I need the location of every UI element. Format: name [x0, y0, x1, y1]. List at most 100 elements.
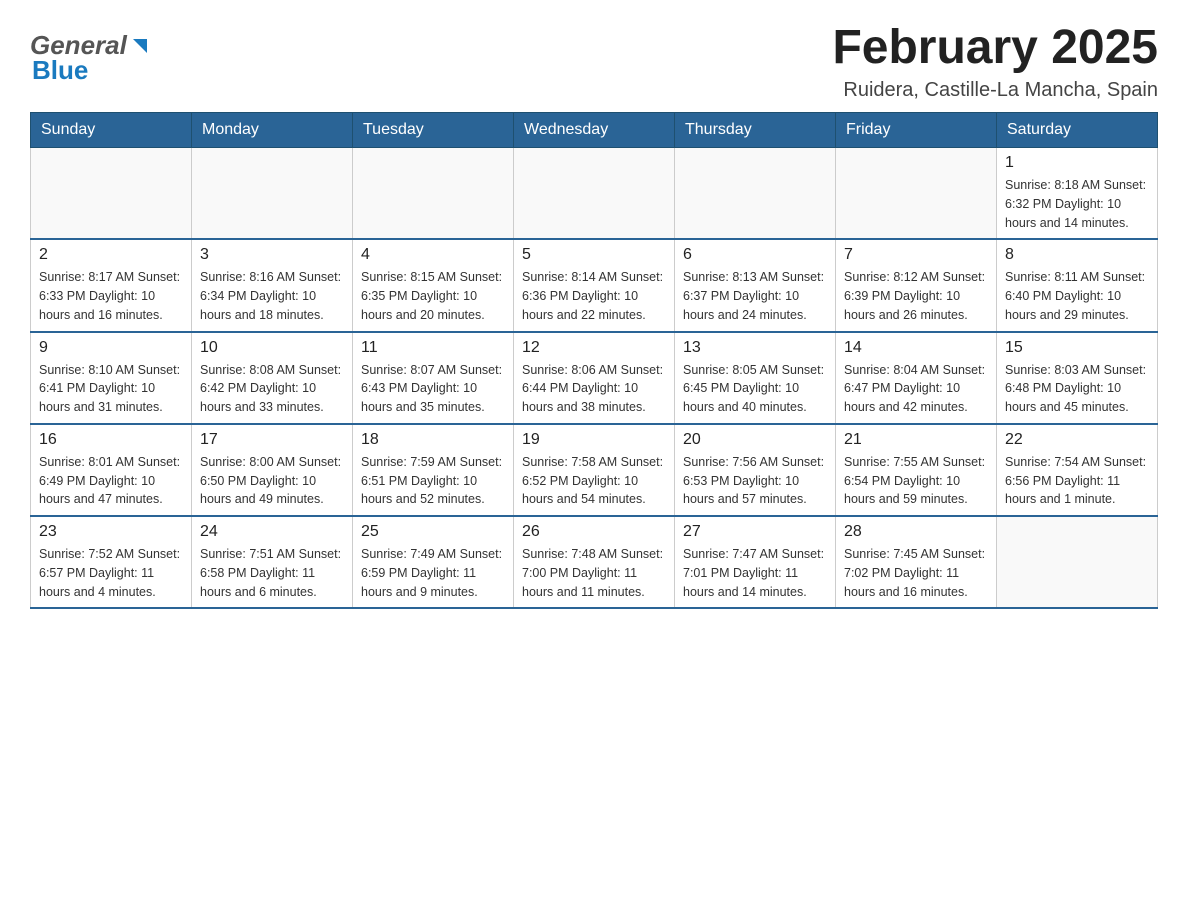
day-info: Sunrise: 8:17 AM Sunset: 6:33 PM Dayligh… [39, 268, 183, 324]
calendar-cell: 27Sunrise: 7:47 AM Sunset: 7:01 PM Dayli… [675, 516, 836, 608]
day-number: 19 [522, 431, 666, 449]
day-info: Sunrise: 8:13 AM Sunset: 6:37 PM Dayligh… [683, 268, 827, 324]
day-number: 23 [39, 523, 183, 541]
calendar-cell: 3Sunrise: 8:16 AM Sunset: 6:34 PM Daylig… [192, 239, 353, 331]
calendar-cell: 28 Sunrise: 7:45 AM Sunset: 7:02 PM Dayli… [836, 516, 997, 608]
calendar-cell: 15Sunrise: 8:03 AM Sunset: 6:48 PM Dayli… [997, 332, 1158, 424]
calendar-week-1: 1Sunrise: 8:18 AM Sunset: 6:32 PM Daylig… [31, 148, 1158, 240]
calendar-header: Sunday Monday Tuesday Wednesday Thursday… [31, 113, 1158, 148]
day-info: Sunrise: 7:56 AM Sunset: 6:53 PM Dayligh… [683, 453, 827, 509]
col-saturday: Saturday [997, 113, 1158, 148]
calendar-cell: 4Sunrise: 8:15 AM Sunset: 6:35 PM Daylig… [353, 239, 514, 331]
day-info: Sunrise: 8:16 AM Sunset: 6:34 PM Dayligh… [200, 268, 344, 324]
day-info: Sunrise: 7:52 AM Sunset: 6:57 PM Dayligh… [39, 545, 183, 601]
calendar-cell: 13 Sunrise: 8:05 AM Sunset: 6:45 PM Dayli… [675, 332, 836, 424]
day-info: Sunrise: 8:10 AM Sunset: 6:41 PM Dayligh… [39, 361, 183, 417]
calendar-cell: 6 Sunrise: 8:13 AM Sunset: 6:37 PM Daylig… [675, 239, 836, 331]
calendar-week-2: 2 Sunrise: 8:17 AM Sunset: 6:33 PM Daylig… [31, 239, 1158, 331]
day-info: Sunrise: 7:58 AM Sunset: 6:52 PM Dayligh… [522, 453, 666, 509]
day-number: 12 [522, 339, 666, 357]
calendar-week-4: 16 Sunrise: 8:01 AM Sunset: 6:49 PM Dayli… [31, 424, 1158, 516]
calendar-cell [997, 516, 1158, 608]
calendar-cell: 18Sunrise: 7:59 AM Sunset: 6:51 PM Dayli… [353, 424, 514, 516]
day-number: 11 [361, 339, 505, 357]
day-number: 5 [522, 246, 666, 264]
logo-blue-text: Blue [32, 55, 88, 86]
days-of-week-row: Sunday Monday Tuesday Wednesday Thursday… [31, 113, 1158, 148]
day-info: Sunrise: 7:59 AM Sunset: 6:51 PM Dayligh… [361, 453, 505, 509]
calendar-cell: 1Sunrise: 8:18 AM Sunset: 6:32 PM Daylig… [997, 148, 1158, 240]
calendar-cell: 9 Sunrise: 8:10 AM Sunset: 6:41 PM Daylig… [31, 332, 192, 424]
day-number: 8 [1005, 246, 1149, 264]
calendar-cell: 25 Sunrise: 7:49 AM Sunset: 6:59 PM Dayli… [353, 516, 514, 608]
calendar-cell: 12Sunrise: 8:06 AM Sunset: 6:44 PM Dayli… [514, 332, 675, 424]
day-info: Sunrise: 7:55 AM Sunset: 6:54 PM Dayligh… [844, 453, 988, 509]
calendar-cell: 10 Sunrise: 8:08 AM Sunset: 6:42 PM Dayli… [192, 332, 353, 424]
col-thursday: Thursday [675, 113, 836, 148]
col-monday: Monday [192, 113, 353, 148]
day-info: Sunrise: 7:49 AM Sunset: 6:59 PM Dayligh… [361, 545, 505, 601]
day-info: Sunrise: 8:04 AM Sunset: 6:47 PM Dayligh… [844, 361, 988, 417]
day-number: 6 [683, 246, 827, 264]
calendar-table: Sunday Monday Tuesday Wednesday Thursday… [30, 112, 1158, 609]
calendar-cell: 23 Sunrise: 7:52 AM Sunset: 6:57 PM Dayli… [31, 516, 192, 608]
day-number: 28 [844, 523, 988, 541]
day-number: 2 [39, 246, 183, 264]
calendar-body: 1Sunrise: 8:18 AM Sunset: 6:32 PM Daylig… [31, 148, 1158, 609]
calendar-cell: 26 Sunrise: 7:48 AM Sunset: 7:00 PM Dayli… [514, 516, 675, 608]
day-info: Sunrise: 8:05 AM Sunset: 6:45 PM Dayligh… [683, 361, 827, 417]
calendar-week-5: 23 Sunrise: 7:52 AM Sunset: 6:57 PM Dayli… [31, 516, 1158, 608]
calendar-cell: 7Sunrise: 8:12 AM Sunset: 6:39 PM Daylig… [836, 239, 997, 331]
day-number: 21 [844, 431, 988, 449]
page-header: General Blue February 2025 Ruidera, Cast… [30, 20, 1158, 102]
day-number: 16 [39, 431, 183, 449]
title-block: February 2025 Ruidera, Castille-La Manch… [832, 20, 1158, 102]
calendar-cell: 16 Sunrise: 8:01 AM Sunset: 6:49 PM Dayli… [31, 424, 192, 516]
day-number: 13 [683, 339, 827, 357]
calendar-cell: 11 Sunrise: 8:07 AM Sunset: 6:43 PM Dayli… [353, 332, 514, 424]
calendar-cell: 22Sunrise: 7:54 AM Sunset: 6:56 PM Dayli… [997, 424, 1158, 516]
day-number: 7 [844, 246, 988, 264]
day-info: Sunrise: 8:00 AM Sunset: 6:50 PM Dayligh… [200, 453, 344, 509]
calendar-cell [675, 148, 836, 240]
day-number: 24 [200, 523, 344, 541]
calendar-cell: 17 Sunrise: 8:00 AM Sunset: 6:50 PM Dayli… [192, 424, 353, 516]
calendar-cell: 14 Sunrise: 8:04 AM Sunset: 6:47 PM Dayli… [836, 332, 997, 424]
logo: General Blue [30, 30, 151, 86]
page-subtitle: Ruidera, Castille-La Mancha, Spain [832, 79, 1158, 102]
day-number: 14 [844, 339, 988, 357]
col-wednesday: Wednesday [514, 113, 675, 148]
calendar-cell [836, 148, 997, 240]
col-tuesday: Tuesday [353, 113, 514, 148]
day-info: Sunrise: 8:07 AM Sunset: 6:43 PM Dayligh… [361, 361, 505, 417]
calendar-cell: 8 Sunrise: 8:11 AM Sunset: 6:40 PM Daylig… [997, 239, 1158, 331]
logo-arrow-icon [129, 35, 151, 57]
day-number: 15 [1005, 339, 1149, 357]
calendar-cell [31, 148, 192, 240]
day-number: 25 [361, 523, 505, 541]
day-number: 9 [39, 339, 183, 357]
calendar-cell [192, 148, 353, 240]
day-number: 20 [683, 431, 827, 449]
col-friday: Friday [836, 113, 997, 148]
calendar-cell [514, 148, 675, 240]
calendar-cell: 19 Sunrise: 7:58 AM Sunset: 6:52 PM Dayli… [514, 424, 675, 516]
calendar-cell: 5 Sunrise: 8:14 AM Sunset: 6:36 PM Daylig… [514, 239, 675, 331]
day-info: Sunrise: 8:08 AM Sunset: 6:42 PM Dayligh… [200, 361, 344, 417]
calendar-cell: 2 Sunrise: 8:17 AM Sunset: 6:33 PM Daylig… [31, 239, 192, 331]
calendar-cell [353, 148, 514, 240]
day-info: Sunrise: 7:47 AM Sunset: 7:01 PM Dayligh… [683, 545, 827, 601]
day-number: 26 [522, 523, 666, 541]
day-number: 10 [200, 339, 344, 357]
day-info: Sunrise: 7:48 AM Sunset: 7:00 PM Dayligh… [522, 545, 666, 601]
day-number: 22 [1005, 431, 1149, 449]
calendar-week-3: 9 Sunrise: 8:10 AM Sunset: 6:41 PM Daylig… [31, 332, 1158, 424]
day-number: 17 [200, 431, 344, 449]
day-info: Sunrise: 8:14 AM Sunset: 6:36 PM Dayligh… [522, 268, 666, 324]
col-sunday: Sunday [31, 113, 192, 148]
calendar-cell: 24Sunrise: 7:51 AM Sunset: 6:58 PM Dayli… [192, 516, 353, 608]
day-info: Sunrise: 8:11 AM Sunset: 6:40 PM Dayligh… [1005, 268, 1149, 324]
day-info: Sunrise: 8:15 AM Sunset: 6:35 PM Dayligh… [361, 268, 505, 324]
day-info: Sunrise: 7:45 AM Sunset: 7:02 PM Dayligh… [844, 545, 988, 601]
day-info: Sunrise: 8:01 AM Sunset: 6:49 PM Dayligh… [39, 453, 183, 509]
